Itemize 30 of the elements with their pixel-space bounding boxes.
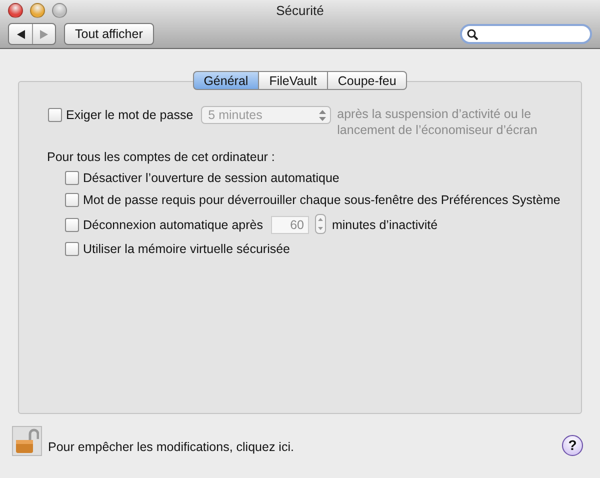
help-button[interactable]: ? bbox=[562, 434, 583, 456]
dropdown-arrows-icon bbox=[319, 110, 326, 120]
stepper[interactable] bbox=[314, 214, 326, 234]
left-triangle-icon bbox=[16, 30, 24, 38]
checkbox-label: Exiger le mot de passe bbox=[66, 108, 194, 122]
search-field[interactable] bbox=[460, 24, 592, 44]
right-triangle-icon bbox=[40, 30, 48, 38]
checkbox[interactable] bbox=[65, 171, 79, 185]
checkbox-label: Désactiver l’ouverture de session automatique bbox=[83, 171, 340, 185]
window-title: Sécurité bbox=[276, 2, 324, 18]
checkbox[interactable] bbox=[65, 193, 79, 207]
tab[interactable]: Général bbox=[192, 71, 260, 90]
tab[interactable]: Coupe-feu bbox=[328, 71, 408, 90]
close-button[interactable] bbox=[8, 3, 23, 18]
minutes-suffix: minutes d’inactivité bbox=[332, 218, 438, 232]
search-icon bbox=[467, 28, 478, 40]
down-arrow-icon bbox=[318, 227, 323, 230]
minimize-button[interactable] bbox=[30, 3, 45, 18]
checkbox-label: Mot de passe requis pour déverrouiller chaque sous-fenêtre des Préférences Système bbox=[83, 193, 560, 207]
show-all-button[interactable]: Tout afficher bbox=[64, 23, 154, 45]
checkbox[interactable] bbox=[65, 242, 79, 256]
section-heading: Pour tous les comptes de cet ordinateur : bbox=[47, 150, 276, 164]
zoom-button[interactable] bbox=[52, 3, 67, 18]
delay-description: après la suspension d’activité ou le lancement de l’économiseur d’écran bbox=[337, 106, 538, 138]
lock-hint: Pour empêcher les modifications, cliquez ici. bbox=[48, 440, 294, 454]
checkbox[interactable] bbox=[65, 218, 79, 232]
checkbox-label: Utiliser la mémoire virtuelle sécurisée bbox=[83, 242, 290, 256]
up-arrow-icon bbox=[318, 218, 323, 221]
checkbox-label: Déconnexion automatique après bbox=[83, 218, 263, 232]
tab[interactable]: FileVault bbox=[259, 71, 328, 90]
